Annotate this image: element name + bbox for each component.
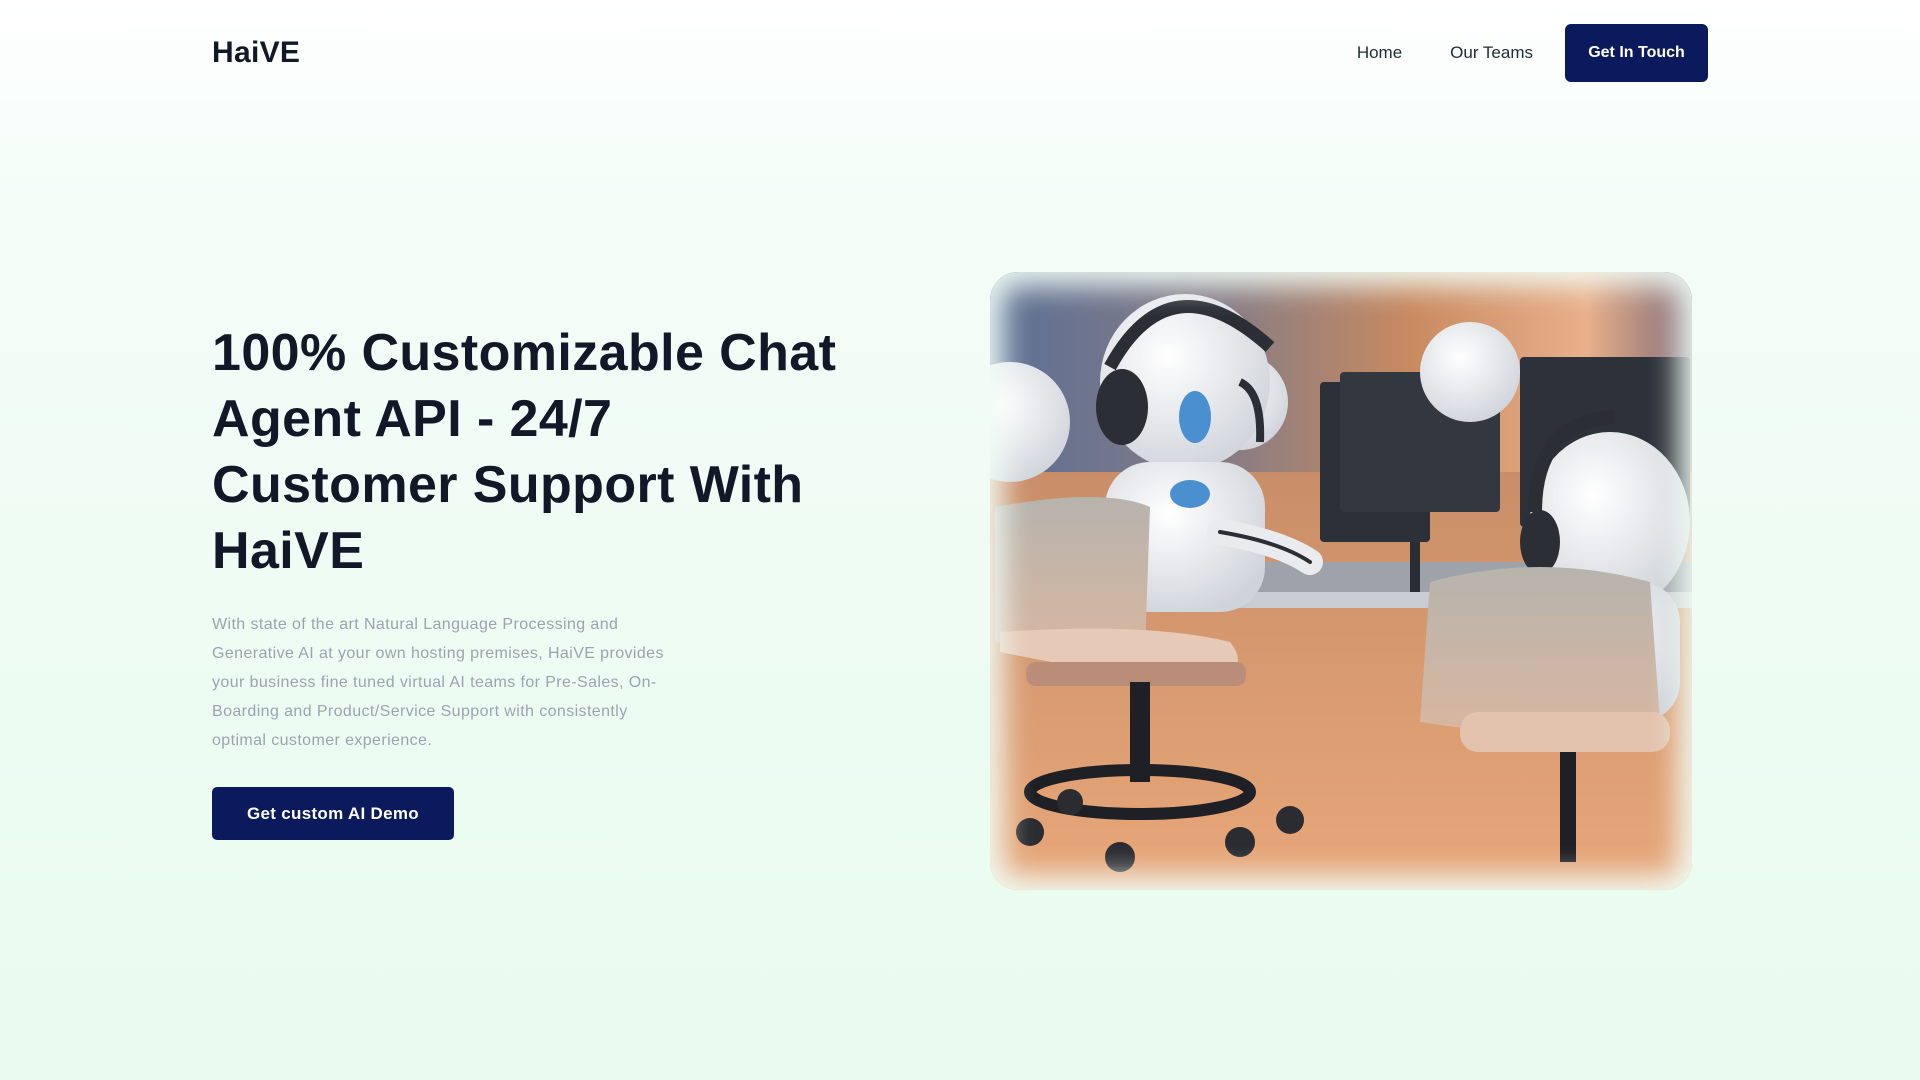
nav-link-our-teams[interactable]: Our Teams: [1450, 43, 1533, 63]
hero-image: [990, 272, 1692, 890]
site-header: HaiVE Home Our Teams Get In Touch: [0, 0, 1920, 106]
hero-title: 100% Customizable Chat Agent API - 24/7 …: [212, 324, 837, 580]
get-in-touch-button[interactable]: Get In Touch: [1565, 24, 1708, 82]
get-custom-ai-demo-button[interactable]: Get custom AI Demo: [212, 787, 454, 840]
nav-link-home[interactable]: Home: [1357, 43, 1402, 63]
hero-content: 100% Customizable Chat Agent API - 24/7 …: [212, 320, 852, 840]
hero-description: With state of the art Natural Language P…: [212, 616, 664, 749]
main-nav: Home Our Teams Get In Touch: [1357, 24, 1708, 82]
robot-call-center-illustration: [990, 272, 1692, 890]
logo[interactable]: HaiVE: [212, 36, 300, 70]
